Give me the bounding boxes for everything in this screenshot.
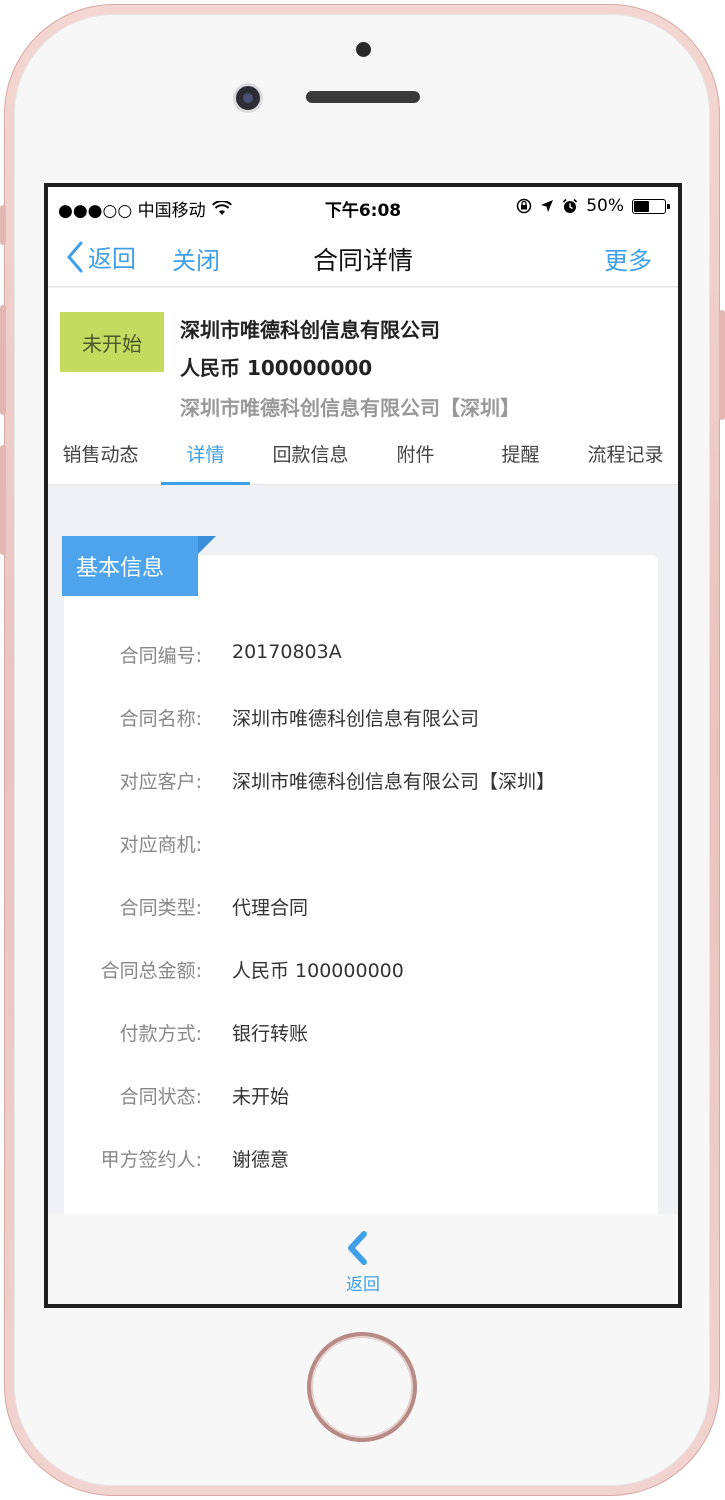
info-value: 深圳市唯德科创信息有限公司 (232, 708, 480, 730)
tab-item[interactable]: 提醒 (468, 428, 573, 484)
tab-item[interactable]: 销售动态 (48, 428, 153, 484)
info-value: 银行转账 (232, 1023, 309, 1045)
silent-switch (0, 205, 6, 245)
basic-info-card: 合同编号: 20170803A 合同名称: 深圳市唯德科创信息有限公司对应客户: 深圳市… (64, 555, 658, 1255)
contract-summary: 未开始 深圳市唯德科创信息有限公司 人民币 100000000 深圳市唯德科创信… (48, 288, 678, 428)
bottom-toolbar: 返回 (48, 1214, 678, 1304)
bottom-back-button[interactable] (344, 1230, 370, 1270)
info-label: 合同状态: (119, 1086, 202, 1108)
tab-bar: 销售动态 详情 回款信息 附件 提醒 流程记录 (48, 428, 678, 485)
info-label: 对应客户: (119, 771, 202, 793)
info-value: 代理合同 (232, 897, 309, 919)
earpiece-speaker (306, 91, 420, 103)
info-label: 付款方式: (119, 1023, 202, 1045)
info-row: 对应客户: 深圳市唯德科创信息有限公司【深圳】 (64, 767, 658, 807)
tab-item[interactable]: 流程记录 (573, 428, 678, 484)
tab-item[interactable]: 回款信息 (258, 428, 363, 484)
proximity-sensor (356, 42, 371, 57)
battery-fill (634, 200, 649, 212)
contract-customer: 深圳市唯德科创信息有限公司【深圳】 (180, 396, 520, 420)
info-label: 合同编号: (119, 645, 202, 667)
info-value: 20170803A (232, 641, 342, 663)
info-row: 对应商机: (64, 830, 658, 870)
tab-item[interactable]: 详情 (153, 428, 258, 485)
info-row: 合同编号: 20170803A (64, 641, 658, 681)
bottom-back-label[interactable]: 返回 (48, 1270, 678, 1295)
info-value: 深圳市唯德科创信息有限公司【深圳】 (232, 771, 556, 793)
info-row: 合同总金额: 人民币 100000000 (64, 956, 658, 996)
page-title: 合同详情 (312, 246, 413, 275)
info-value: 未开始 (232, 1086, 290, 1108)
info-label: 对应商机: (119, 834, 202, 856)
contract-amount: 人民币 100000000 (180, 356, 373, 380)
info-row: 付款方式: 银行转账 (64, 1019, 658, 1059)
contract-name: 深圳市唯德科创信息有限公司 (180, 318, 440, 342)
info-row: 合同状态: 未开始 (64, 1082, 658, 1122)
tab-item[interactable]: 附件 (363, 428, 468, 484)
info-label: 合同名称: (119, 708, 202, 730)
location-icon (541, 200, 554, 212)
info-label: 甲方签约人: (100, 1149, 202, 1171)
battery-percent: 50% (586, 196, 624, 216)
battery-icon (632, 198, 670, 214)
info-row: 甲方签约人: 谢德意 (64, 1145, 658, 1185)
more-button[interactable]: 更多 (604, 241, 652, 276)
status-bar: ●●●○○ 中国移动 下午6:08 50% (48, 187, 678, 227)
info-label: 合同总金额: (100, 960, 202, 982)
section-title: 基本信息 (62, 536, 216, 596)
rotation-lock-icon (516, 198, 532, 214)
volume-up-button (0, 305, 6, 415)
info-label: 合同类型: (119, 897, 202, 919)
screen: ●●●○○ 中国移动 下午6:08 50% 返回 关闭 合同详情 更多 未开始 … (44, 183, 682, 1308)
power-button (719, 310, 725, 420)
nav-bar: 返回 关闭 合同详情 更多 (48, 227, 678, 287)
home-button[interactable] (307, 1332, 417, 1442)
status-badge: 未开始 (60, 312, 164, 372)
info-value: 谢德意 (232, 1149, 290, 1171)
volume-down-button (0, 445, 6, 555)
info-row: 合同名称: 深圳市唯德科创信息有限公司 (64, 704, 658, 744)
alarm-icon (563, 198, 578, 213)
chevron-left-icon (348, 1231, 367, 1265)
front-camera (236, 86, 260, 110)
info-row: 合同类型: 代理合同 (64, 893, 658, 933)
info-value: 人民币 100000000 (232, 960, 404, 982)
